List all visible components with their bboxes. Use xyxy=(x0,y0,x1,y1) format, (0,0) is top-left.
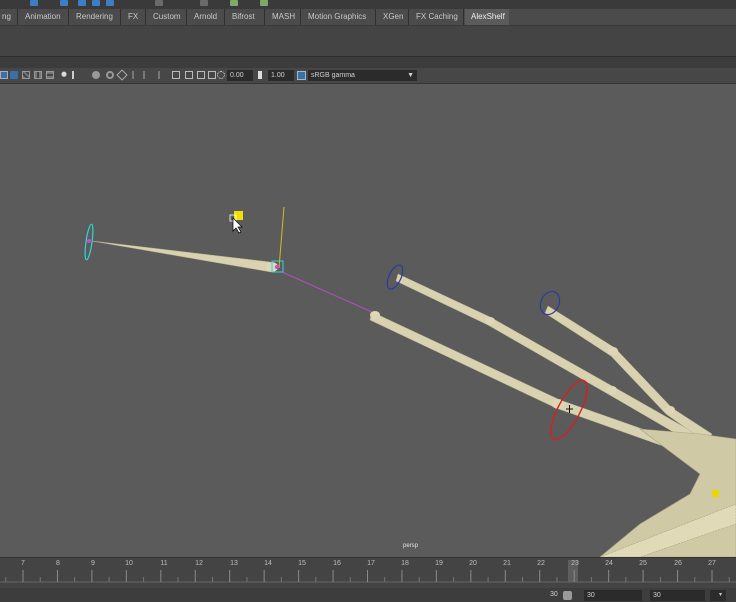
tab-alexshelf[interactable]: AlexShelf xyxy=(465,9,509,25)
panel-toolbar: sRGB gamma ▼ xyxy=(0,68,736,84)
rotate-tool-icon[interactable] xyxy=(92,0,100,6)
bone-joint[interactable] xyxy=(665,406,675,414)
frame-label: 26 xyxy=(674,560,682,567)
frame-label: 19 xyxy=(435,560,443,567)
textured-icon[interactable] xyxy=(22,71,30,79)
bone-joint[interactable] xyxy=(608,347,618,355)
aim-line xyxy=(278,206,285,269)
camera-label: persp xyxy=(403,543,419,549)
frame-label: 13 xyxy=(230,560,238,567)
frame-label: 24 xyxy=(605,560,613,567)
field-chart-icon[interactable] xyxy=(197,71,205,79)
bone-finger-1[interactable] xyxy=(369,311,561,409)
color-management-icon[interactable] xyxy=(297,71,306,80)
chevron-down-icon: ▼ xyxy=(407,72,414,79)
frame-label: 7 xyxy=(21,560,25,567)
tab-animation[interactable]: Animation xyxy=(19,9,69,25)
viewport-scene[interactable] xyxy=(0,84,736,557)
frame-label: 10 xyxy=(125,560,133,567)
playback-end-field[interactable]: 30 xyxy=(650,590,705,601)
color-space-value: sRGB gamma xyxy=(311,72,355,79)
frame-label: 8 xyxy=(56,560,60,567)
frame-label: 27 xyxy=(708,560,716,567)
gamma-field[interactable] xyxy=(268,70,294,81)
bone-finger-3[interactable] xyxy=(544,305,616,357)
range-slider-bar: 30 30 30 ▾ xyxy=(0,588,736,602)
3d-viewport[interactable]: persp xyxy=(0,84,736,557)
frame-label: 23 xyxy=(571,560,579,567)
snap-icon[interactable] xyxy=(200,0,208,6)
bone-joint[interactable] xyxy=(607,386,617,394)
joint-marker[interactable] xyxy=(87,239,91,243)
frame-label: 15 xyxy=(298,560,306,567)
depth-of-field-icon[interactable] xyxy=(106,71,114,79)
tab-fx-caching[interactable]: FX Caching xyxy=(410,9,464,25)
bone-joint[interactable] xyxy=(370,311,380,319)
gamma-icon[interactable] xyxy=(258,71,266,79)
tab-fx[interactable]: FX xyxy=(122,9,146,25)
locator-icon[interactable] xyxy=(712,490,719,497)
wireframe-icon[interactable] xyxy=(0,71,8,79)
tab-custom[interactable]: Custom xyxy=(147,9,187,25)
tab-arnold[interactable]: Arnold xyxy=(188,9,225,25)
shelf-tab-bar: ng Animation Rendering FX Custom Arnold … xyxy=(0,9,736,26)
lasso-tool-icon[interactable] xyxy=(60,0,68,6)
backface-icon[interactable] xyxy=(158,71,160,79)
frame-label: 22 xyxy=(537,560,545,567)
bone-finger-upper[interactable] xyxy=(91,240,272,273)
shelf-content xyxy=(0,26,736,56)
frame-label: 9 xyxy=(91,560,95,567)
antialias-icon[interactable] xyxy=(92,71,100,79)
tab-bifrost[interactable]: Bifrost xyxy=(226,9,265,25)
joint-marker[interactable] xyxy=(275,265,279,269)
snap-icon[interactable] xyxy=(155,0,163,6)
frame-label: 20 xyxy=(469,560,477,567)
exposure-icon[interactable] xyxy=(217,71,225,79)
safe-action-icon[interactable] xyxy=(208,71,216,79)
bone-joint[interactable] xyxy=(485,317,495,325)
film-gate-icon[interactable] xyxy=(185,71,193,79)
resolution-gate-icon[interactable] xyxy=(172,71,180,79)
lights-icon[interactable] xyxy=(34,71,42,79)
tab-rendering[interactable]: Rendering xyxy=(70,9,121,25)
tab-xgen[interactable]: XGen xyxy=(377,9,409,25)
chevron-down-icon[interactable]: ▾ xyxy=(719,591,722,598)
range-start-label: 30 xyxy=(550,591,558,598)
pole-vector-line xyxy=(281,271,373,313)
scale-tool-icon[interactable] xyxy=(106,0,114,6)
isolate-select-icon[interactable] xyxy=(116,69,128,81)
shadows-icon[interactable] xyxy=(46,71,54,79)
frame-label: 17 xyxy=(367,560,375,567)
frame-ticks xyxy=(5,570,730,582)
frame-label: 16 xyxy=(333,560,341,567)
status-line xyxy=(0,0,736,9)
time-slider[interactable]: 7 8 9 10 11 12 13 14 15 16 17 18 19 20 2… xyxy=(0,557,736,588)
frame-label: 14 xyxy=(264,560,272,567)
exposure-field[interactable] xyxy=(227,70,253,81)
range-slider-handle[interactable] xyxy=(563,591,572,600)
tab-rigging[interactable]: ng xyxy=(0,9,18,25)
smooth-shade-icon[interactable] xyxy=(10,71,18,79)
frame-label: 21 xyxy=(503,560,511,567)
frame-label: 12 xyxy=(195,560,203,567)
tab-motion-graphics[interactable]: Motion Graphics xyxy=(302,9,376,25)
move-tool-icon[interactable] xyxy=(78,0,86,6)
locator-icon[interactable] xyxy=(234,211,243,220)
playback-options-field[interactable] xyxy=(710,590,726,601)
frame-label: 18 xyxy=(401,560,409,567)
snap-icon[interactable] xyxy=(260,0,268,6)
frame-label: 11 xyxy=(160,560,168,567)
xray-icon[interactable] xyxy=(132,71,134,79)
motion-blur-icon[interactable] xyxy=(72,71,80,79)
snap-icon[interactable] xyxy=(230,0,238,6)
mouse-cursor-icon xyxy=(232,217,243,234)
color-space-dropdown[interactable]: sRGB gamma ▼ xyxy=(308,70,417,81)
bone-finger-2[interactable] xyxy=(395,273,491,326)
xray-joints-icon[interactable] xyxy=(143,71,145,79)
ambient-occlusion-icon[interactable] xyxy=(60,71,68,79)
tab-mash[interactable]: MASH xyxy=(266,9,301,25)
select-tool-icon[interactable] xyxy=(30,0,38,6)
frame-label: 25 xyxy=(639,560,647,567)
end-time-field[interactable]: 30 xyxy=(584,590,642,601)
